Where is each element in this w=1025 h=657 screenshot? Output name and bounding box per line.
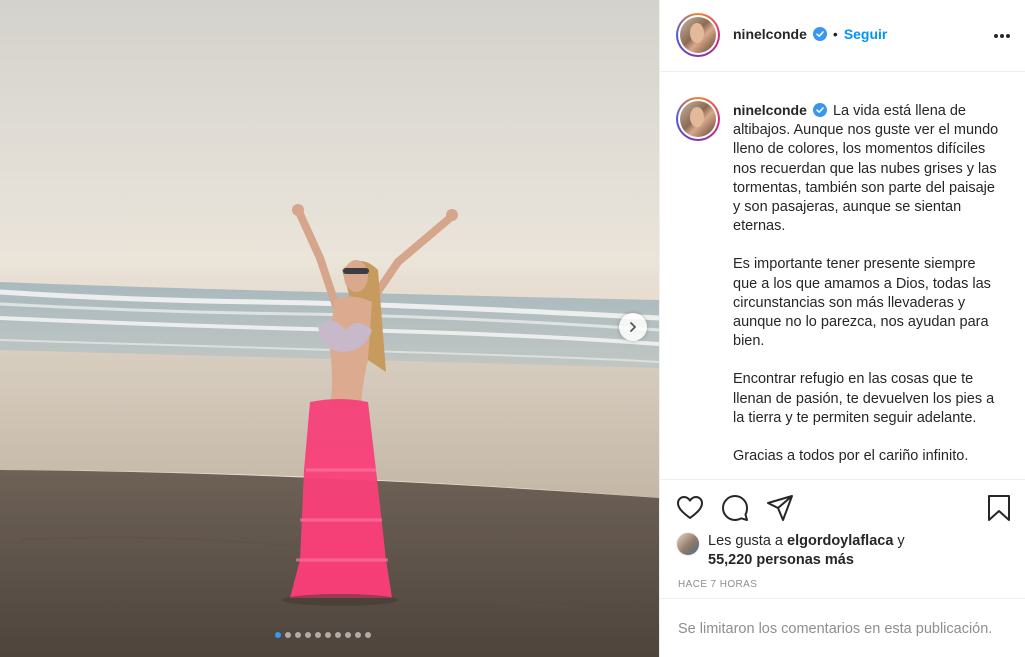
chevron-right-icon — [630, 322, 636, 332]
verified-badge-icon — [812, 103, 827, 118]
likes-count-link[interactable]: 55,220 personas más — [708, 552, 854, 568]
post-side-panel: ninelconde • Seguir ninelconde La vida e… — [659, 0, 1025, 657]
carousel-dot — [345, 632, 351, 638]
post-header: ninelconde • Seguir — [660, 0, 1025, 72]
carousel-dot — [365, 632, 371, 638]
heart-icon[interactable] — [676, 494, 704, 522]
carousel-dot — [315, 632, 321, 638]
carousel-indicator — [275, 632, 371, 638]
carousel-dot — [355, 632, 361, 638]
avatar-image — [680, 17, 716, 53]
liker-username-link[interactable]: elgordoylaflaca — [787, 533, 893, 549]
avatar-image — [680, 101, 716, 137]
more-options-icon[interactable] — [992, 26, 1012, 46]
carousel-dot — [275, 632, 281, 638]
follow-button[interactable]: Seguir — [844, 26, 888, 42]
comment-icon[interactable] — [721, 494, 749, 522]
likes-summary: Les gusta a elgordoylaflaca y 55,220 per… — [676, 532, 905, 570]
carousel-dot — [295, 632, 301, 638]
caption-paragraph: La vida está llena de altibajos. Aunque … — [733, 103, 999, 235]
caption-paragraph: Gracias a todos por el cariño infinito. — [733, 448, 969, 465]
caption-username-link[interactable]: ninelconde — [733, 102, 807, 118]
carousel-dot — [335, 632, 341, 638]
avatar[interactable] — [676, 13, 720, 57]
caption-paragraph: Encontrar refugio en las cosas que te ll… — [733, 371, 995, 426]
username-link[interactable]: ninelconde — [733, 26, 807, 42]
share-icon[interactable] — [766, 494, 794, 522]
comments-disabled-notice: Se limitaron los comentarios en esta pub… — [660, 598, 1025, 657]
bookmark-icon[interactable] — [986, 494, 1012, 522]
post-actions: Les gusta a elgordoylaflaca y 55,220 per… — [660, 479, 1025, 599]
beach-photo — [0, 204, 659, 657]
caption-text: ninelconde La vida está llena de altibaj… — [733, 101, 1003, 479]
separator-dot: • — [832, 26, 838, 42]
caption-paragraph: Es importante tener presente siempre que… — [733, 256, 991, 350]
carousel-dot — [325, 632, 331, 638]
post-timestamp[interactable]: HACE 7 HORAS — [678, 579, 757, 590]
carousel-dot — [285, 632, 291, 638]
carousel-dot — [305, 632, 311, 638]
likes-prefix: Les gusta a — [708, 533, 783, 549]
liker-avatar[interactable] — [676, 532, 700, 556]
post-photo[interactable] — [0, 0, 659, 657]
likes-conjunction: y — [897, 533, 905, 549]
caption-area[interactable]: ninelconde La vida está llena de altibaj… — [660, 73, 1025, 479]
carousel-next-button[interactable] — [619, 313, 647, 341]
verified-badge-icon — [812, 27, 827, 41]
caption-avatar[interactable] — [676, 97, 720, 141]
